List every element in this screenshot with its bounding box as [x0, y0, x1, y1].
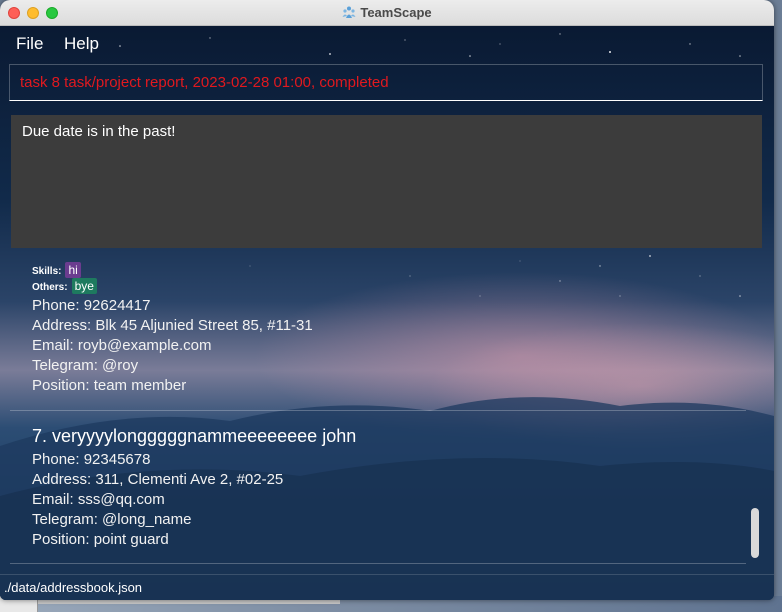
- person-email: Email: royb@example.com: [32, 337, 212, 354]
- title-bar: TeamScape: [0, 0, 774, 26]
- save-location: ./data/addressbook.json: [4, 580, 143, 595]
- menu-file[interactable]: File: [16, 34, 43, 54]
- result-message: Due date is in the past!: [22, 123, 176, 140]
- person-name: 7. veryyyylongggggnammeeeeeeee john: [32, 426, 357, 446]
- person-telegram: Telegram: @long_name: [32, 511, 192, 528]
- person-position: Position: point guard: [32, 531, 169, 548]
- result-display: Due date is in the past!: [11, 115, 762, 248]
- command-box[interactable]: task 8 task/project report, 2023-02-28 0…: [9, 64, 763, 101]
- card-divider: [10, 410, 746, 411]
- menu-bar: File Help: [0, 26, 774, 60]
- other-tag: bye: [71, 278, 97, 294]
- list-scrollbar-thumb[interactable]: [751, 508, 759, 558]
- window-title: TeamScape: [360, 5, 432, 20]
- app-window: TeamScape File Help task 8 task/project …: [0, 0, 774, 600]
- person-list[interactable]: Skills: hi Others: bye Phone: 92624417 Add…: [0, 248, 774, 568]
- tag-label: Skills:: [32, 266, 62, 277]
- team-icon: [342, 6, 356, 18]
- skill-tag: hi: [65, 262, 81, 278]
- person-position: Position: team member: [32, 377, 187, 394]
- tag-label: Others:: [32, 282, 68, 293]
- command-input[interactable]: task 8 task/project report, 2023-02-28 0…: [20, 74, 389, 91]
- status-bar: ./data/addressbook.json: [0, 574, 774, 600]
- person-phone: Phone: 92345678: [32, 451, 151, 468]
- card-divider: [10, 563, 746, 564]
- person-phone: Phone: 92624417: [32, 297, 151, 314]
- others-tag-row: Others: bye: [32, 278, 97, 294]
- main-content: File Help task 8 task/project report, 20…: [0, 26, 774, 600]
- person-address: Address: 311, Clementi Ave 2, #02-25: [32, 471, 284, 488]
- person-telegram: Telegram: @roy: [32, 357, 139, 374]
- skills-tag-row: Skills: hi: [32, 262, 81, 278]
- menu-help[interactable]: Help: [64, 34, 99, 54]
- window-title-area: TeamScape: [0, 5, 774, 20]
- person-email: Email: sss@qq.com: [32, 491, 165, 508]
- person-address: Address: Blk 45 Aljunied Street 85, #11-…: [32, 317, 313, 334]
